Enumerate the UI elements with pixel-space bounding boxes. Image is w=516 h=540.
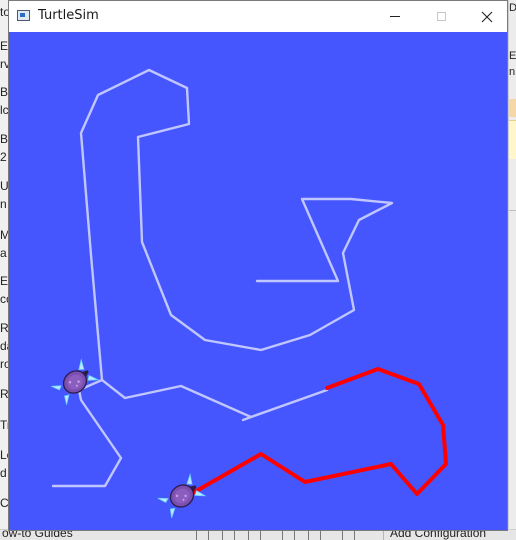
bg-fragment: d — [0, 466, 7, 480]
turtlesim-window[interactable]: TurtleSim — [8, 0, 508, 531]
maximize-button[interactable] — [418, 1, 464, 32]
minimize-icon — [390, 16, 400, 17]
bg-fragment: n — [509, 66, 516, 78]
bg-fragment: 2 — [0, 150, 7, 164]
bg-fragment: D — [509, 2, 516, 15]
bg-fragment: B — [0, 85, 9, 99]
minimize-button[interactable] — [372, 1, 418, 32]
bg-fragment: E — [509, 50, 516, 62]
turtle-canvas[interactable] — [9, 32, 507, 530]
background-ide-right-panel: D E n — [508, 0, 516, 539]
bg-fragment: E — [0, 39, 9, 53]
window-app-icon — [17, 10, 30, 21]
bg-divider — [509, 210, 516, 211]
bg-fragment: a — [0, 246, 7, 260]
bg-fragment: E — [0, 274, 9, 288]
bg-fragment: n — [0, 197, 7, 211]
bg-tool-icon — [509, 99, 516, 117]
close-icon — [481, 11, 493, 22]
bg-notification-strip — [509, 120, 516, 159]
bg-fragment: B — [0, 132, 9, 146]
window-title: TurtleSim — [38, 8, 99, 23]
title-bar[interactable]: TurtleSim — [9, 1, 507, 32]
close-button[interactable] — [464, 1, 510, 32]
maximize-icon — [436, 12, 446, 21]
canvas-svg — [9, 32, 507, 530]
